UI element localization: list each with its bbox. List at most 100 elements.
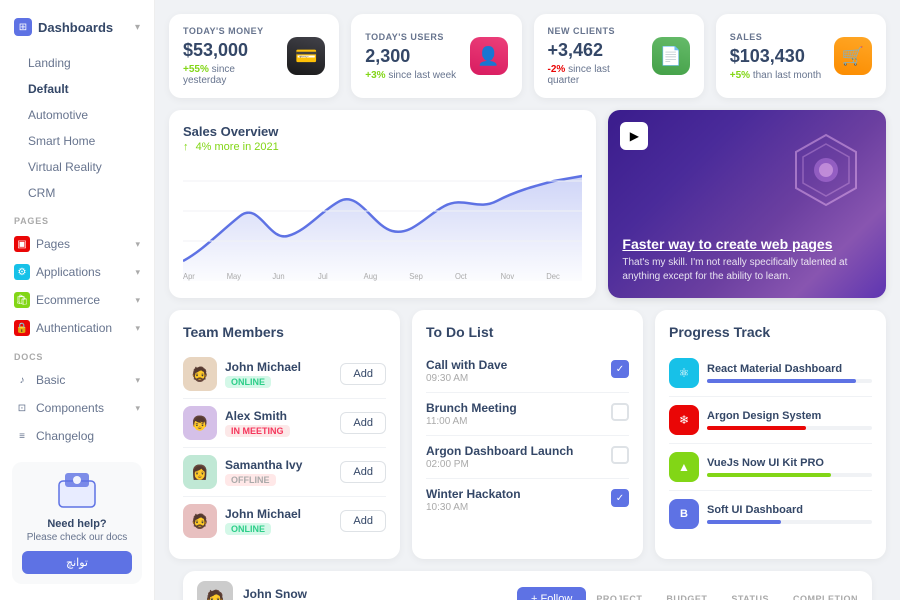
banner-content: Faster way to create web pages That's my… xyxy=(622,236,872,284)
bottom-row: Team Members 🧔 John Michael ONLINE Add 👦… xyxy=(155,298,900,571)
sidebar-item-automotive[interactable]: Automotive xyxy=(0,102,154,128)
col-completion: COMPLETION xyxy=(793,594,858,600)
list-item: Call with Dave 09:30 AM ✓ xyxy=(426,350,629,393)
svg-text:Aug: Aug xyxy=(364,272,378,281)
stats-row: TODAY'S MONEY $53,000 +55% since yesterd… xyxy=(155,0,900,98)
avatar: 🧔 xyxy=(183,357,217,391)
chart-card: Sales Overview ↑ 4% more in 2021 Apr May… xyxy=(169,110,596,298)
progress-item-name: Argon Design System xyxy=(707,410,872,422)
main-content: TODAY'S MONEY $53,000 +55% since yesterd… xyxy=(155,0,900,600)
play-icon[interactable]: ▶ xyxy=(620,122,648,150)
stat-change-text: since last week xyxy=(388,70,456,81)
stat-label-clients: NEW CLIENTS xyxy=(548,26,644,36)
vuejs-logo: ▲ xyxy=(669,452,699,482)
sidebar-item-label: CRM xyxy=(28,186,55,200)
sidebar-item-crm[interactable]: CRM xyxy=(0,180,154,206)
chevron-down-icon: ▾ xyxy=(135,22,140,33)
sales-icon: 🛒 xyxy=(834,37,872,75)
stat-card-clients: NEW CLIENTS +3,462 -2% since last quarte… xyxy=(534,14,704,98)
hex-decoration xyxy=(786,130,866,210)
todo-checkbox[interactable]: ✓ xyxy=(611,360,629,378)
follow-button[interactable]: + Follow xyxy=(517,587,586,600)
progress-item-name: VueJs Now UI Kit PRO xyxy=(707,457,872,469)
sidebar-item-label: Basic xyxy=(36,373,65,387)
stat-change-users: +3% since last week xyxy=(365,70,461,81)
svg-text:Jun: Jun xyxy=(272,272,284,281)
progress-bar-track xyxy=(707,520,872,524)
sidebar-section-docs: DOCS xyxy=(0,342,154,366)
footer-name: John Snow xyxy=(243,587,507,600)
sidebar-item-vr[interactable]: Virtual Reality xyxy=(0,154,154,180)
todo-item-time: 10:30 AM xyxy=(426,502,603,513)
sidebar-item-smarthome[interactable]: Smart Home xyxy=(0,128,154,154)
footer-section: 🧔 John Snow 3 days ago + Follow PROJECT … xyxy=(155,571,900,600)
status-badge: ONLINE xyxy=(225,523,271,535)
apps-icon: ⚙ xyxy=(14,264,30,280)
help-button[interactable]: توانچ xyxy=(22,551,132,574)
sidebar-item-landing[interactable]: Landing xyxy=(0,50,154,76)
sidebar-item-label: Automotive xyxy=(28,108,88,122)
svg-text:Dec: Dec xyxy=(546,272,560,281)
money-icon: 💳 xyxy=(287,37,325,75)
sidebar-item-changelog[interactable]: ≡ Changelog xyxy=(0,422,154,450)
sidebar-item-ecommerce[interactable]: 🛍 Ecommerce ▾ xyxy=(0,286,154,314)
clients-icon: 📄 xyxy=(652,37,690,75)
help-subtitle: Please check our docs xyxy=(22,532,132,543)
stat-label-users: TODAY'S USERS xyxy=(365,32,461,42)
sidebar: ⊞ Dashboards ▾ Landing Default Automotiv… xyxy=(0,0,155,600)
add-button[interactable]: Add xyxy=(340,510,386,532)
todo-item-time: 11:00 AM xyxy=(426,416,603,427)
basic-icon: ♪ xyxy=(14,372,30,388)
add-button[interactable]: Add xyxy=(340,412,386,434)
todo-item-title: Brunch Meeting xyxy=(426,401,603,415)
sidebar-brand-text: Dashboards xyxy=(38,20,113,35)
banner-card: ▶ Faster way to create web pages That's … xyxy=(608,110,886,298)
stat-value-users: 2,300 xyxy=(365,46,461,67)
sidebar-help: Need help? Please check our docs توانچ xyxy=(12,462,142,584)
sidebar-item-label: Ecommerce xyxy=(36,293,100,307)
list-item: 👦 Alex Smith IN MEETING Add xyxy=(183,399,386,448)
add-button[interactable]: Add xyxy=(340,461,386,483)
help-title: Need help? xyxy=(22,518,132,530)
svg-text:Sep: Sep xyxy=(409,272,423,281)
sidebar-item-label: Changelog xyxy=(36,429,94,443)
sidebar-item-label: Authentication xyxy=(36,321,112,335)
components-icon: ⊡ xyxy=(14,400,30,416)
chart-title: Sales Overview xyxy=(183,124,582,139)
chevron-right-icon: ▾ xyxy=(135,375,140,386)
stat-label-sales: SALES xyxy=(730,32,826,42)
list-item: Brunch Meeting 11:00 AM xyxy=(426,393,629,436)
ecom-icon: 🛍 xyxy=(14,292,30,308)
banner-description: That's my skill. I'm not really specific… xyxy=(622,256,872,284)
add-button[interactable]: Add xyxy=(340,363,386,385)
stat-label-money: TODAY'S MONEY xyxy=(183,26,279,36)
progress-item-name: Soft UI Dashboard xyxy=(707,504,872,516)
list-item: B Soft UI Dashboard xyxy=(669,491,872,537)
stat-change-text: than last month xyxy=(753,70,821,81)
progress-info: Argon Design System xyxy=(707,410,872,430)
sidebar-item-components[interactable]: ⊡ Components ▾ xyxy=(0,394,154,422)
todo-checkbox[interactable] xyxy=(611,446,629,464)
changelog-icon: ≡ xyxy=(14,428,30,444)
sidebar-item-default[interactable]: Default xyxy=(0,76,154,102)
list-item: 👩 Samantha Ivy OFFLINE Add xyxy=(183,448,386,497)
stat-change-pct: +55% xyxy=(183,64,209,75)
todo-checkbox[interactable]: ✓ xyxy=(611,489,629,507)
progress-bar-fill xyxy=(707,520,781,524)
status-badge: OFFLINE xyxy=(225,474,276,486)
sidebar-item-applications[interactable]: ⚙ Applications ▾ xyxy=(0,258,154,286)
sidebar-item-basic[interactable]: ♪ Basic ▾ xyxy=(0,366,154,394)
member-info: John Michael ONLINE xyxy=(225,507,332,535)
sidebar-item-pages[interactable]: ▣ Pages ▾ xyxy=(0,230,154,258)
stat-card-money: TODAY'S MONEY $53,000 +55% since yesterd… xyxy=(169,14,339,98)
sidebar-brand[interactable]: ⊞ Dashboards ▾ xyxy=(0,10,154,44)
progress-bar-track xyxy=(707,379,872,383)
avatar: 👦 xyxy=(183,406,217,440)
team-card: Team Members 🧔 John Michael ONLINE Add 👦… xyxy=(169,310,400,559)
react-logo: ⚛ xyxy=(669,358,699,388)
todo-checkbox[interactable] xyxy=(611,403,629,421)
list-item: 🧔 John Michael ONLINE Add xyxy=(183,350,386,399)
middle-row: Sales Overview ↑ 4% more in 2021 Apr May… xyxy=(155,98,900,298)
stat-change-pct: -2% xyxy=(548,64,566,75)
sidebar-item-auth[interactable]: 🔒 Authentication ▾ xyxy=(0,314,154,342)
